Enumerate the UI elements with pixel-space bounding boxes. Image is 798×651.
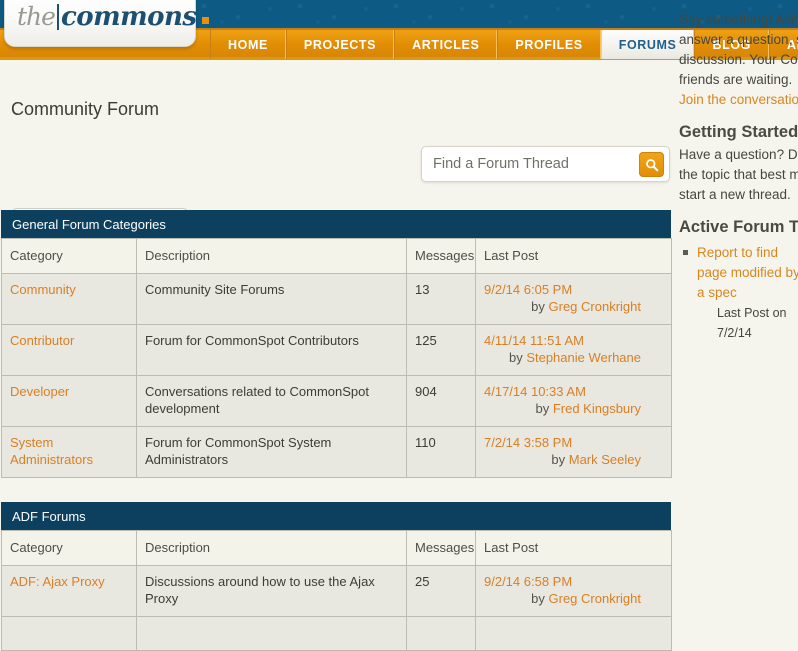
table-title: ADF Forums bbox=[1, 502, 671, 530]
cell-description: Community Site Forums bbox=[136, 273, 407, 325]
table-row: ADF: Ajax Proxy Discussions around how to… bbox=[1, 565, 672, 617]
cell-description: Forum for CommonSpot System Administrato… bbox=[136, 426, 407, 478]
column-header-last-post: Last Post bbox=[475, 530, 672, 566]
column-header-last-post: Last Post bbox=[475, 238, 672, 274]
byline-prefix: by bbox=[535, 401, 553, 416]
column-header-description: Description bbox=[136, 530, 407, 566]
cell-category: Community bbox=[1, 273, 137, 325]
logo-dot bbox=[201, 17, 209, 24]
thread-link[interactable]: Report to find page modified by a spec bbox=[697, 245, 798, 300]
cell-last-post: 7/2/14 3:58 PM by Mark Seeley bbox=[475, 426, 672, 478]
last-post-date[interactable]: 4/11/14 11:51 AM bbox=[484, 332, 663, 349]
right-sidebar: Say something! Ask answer a question, s … bbox=[679, 10, 798, 343]
last-post-date[interactable]: 7/2/14 3:58 PM bbox=[484, 434, 663, 451]
category-link[interactable]: Community bbox=[10, 282, 76, 297]
byline-prefix: by bbox=[508, 350, 527, 365]
byline-prefix: by bbox=[551, 452, 569, 467]
category-link[interactable]: Developer bbox=[10, 384, 69, 399]
column-header-messages: Messages bbox=[406, 238, 476, 274]
cell-description: Conversations related to CommonSpot deve… bbox=[136, 375, 407, 427]
active-forum-threads-heading: Active Forum Th bbox=[679, 218, 798, 236]
getting-started-heading: Getting Started bbox=[679, 123, 798, 141]
column-header-messages: Messages bbox=[406, 530, 476, 566]
last-post-author-link[interactable]: Fred Kingsbury bbox=[553, 401, 641, 416]
cell-category: Developer bbox=[1, 375, 137, 427]
adf-forums-table: ADF Forums Category Description Messages Las… bbox=[1, 502, 672, 651]
cell-category: Contributor bbox=[1, 324, 137, 376]
table-header-row: Category Description Messages Last Post bbox=[1, 530, 672, 566]
last-post-byline: by Greg Cronkright bbox=[484, 298, 663, 315]
cell-empty bbox=[475, 616, 672, 651]
forum-search-box bbox=[421, 146, 670, 182]
cell-messages: 125 bbox=[406, 324, 476, 376]
forum-table: Category Description Messages Last Post ADF:… bbox=[1, 530, 672, 651]
cell-category: System Administrators bbox=[1, 426, 137, 478]
nav-item-articles[interactable]: ARTICLES bbox=[394, 30, 498, 59]
last-post-date[interactable]: 9/2/14 6:58 PM bbox=[484, 573, 663, 590]
category-link[interactable]: ADF: Ajax Proxy bbox=[10, 574, 105, 589]
active-threads-list: Report to find page modified by a spec La… bbox=[679, 243, 798, 343]
cell-messages: 13 bbox=[406, 273, 476, 325]
general-forum-categories-table: General Forum Categories Category Descript… bbox=[1, 210, 672, 478]
cell-empty bbox=[136, 616, 407, 651]
logo-word-commons: commons bbox=[60, 2, 197, 32]
last-post-byline: by Fred Kingsbury bbox=[484, 400, 663, 417]
byline-prefix: by bbox=[531, 591, 549, 606]
cell-messages: 904 bbox=[406, 375, 476, 427]
nav-item-home[interactable]: HOME bbox=[210, 30, 286, 59]
category-link[interactable]: System Administrators bbox=[10, 435, 93, 467]
column-header-category: Category bbox=[1, 238, 137, 274]
cell-empty bbox=[1, 616, 137, 651]
thread-meta: Last Post on 7/2/14 bbox=[717, 306, 787, 340]
table-row: Community Community Site Forums 13 9/2/14 6… bbox=[1, 273, 672, 325]
last-post-author-link[interactable]: Greg Cronkright bbox=[549, 591, 641, 606]
last-post-author-link[interactable]: Stephanie Werhane bbox=[526, 350, 641, 365]
last-post-author-link[interactable]: Mark Seeley bbox=[569, 452, 641, 467]
table-row: Developer Conversations related to Common… bbox=[1, 375, 672, 427]
byline-prefix: by bbox=[531, 299, 549, 314]
cell-description: Forum for CommonSpot Contributors bbox=[136, 324, 407, 376]
sidebar-intro: Say something! Ask answer a question, s … bbox=[679, 10, 798, 110]
cell-category: ADF: Ajax Proxy bbox=[1, 565, 137, 617]
category-link[interactable]: Contributor bbox=[10, 333, 74, 348]
search-icon bbox=[645, 158, 658, 171]
bullet-icon bbox=[683, 250, 688, 255]
table-title: General Forum Categories bbox=[1, 210, 671, 238]
table-header-row: Category Description Messages Last Post bbox=[1, 238, 672, 274]
cell-last-post: 4/11/14 11:51 AM by Stephanie Werhane bbox=[475, 324, 672, 376]
table-row: System Administrators Forum for CommonSpo… bbox=[1, 426, 672, 478]
site-logo[interactable]: the commons bbox=[4, 0, 209, 47]
last-post-author-link[interactable]: Greg Cronkright bbox=[549, 299, 641, 314]
cell-messages: 110 bbox=[406, 426, 476, 478]
nav-item-projects[interactable]: PROJECTS bbox=[285, 30, 395, 59]
list-item: Report to find page modified by a spec La… bbox=[683, 243, 798, 343]
last-post-date[interactable]: 4/17/14 10:33 AM bbox=[484, 383, 663, 400]
last-post-byline: by Greg Cronkright bbox=[484, 590, 663, 607]
page-title: Community Forum bbox=[11, 99, 160, 120]
sidebar-intro-text: Say something! Ask answer a question, s … bbox=[679, 12, 798, 87]
search-button[interactable] bbox=[639, 152, 664, 177]
last-post-byline: by Stephanie Werhane bbox=[484, 349, 663, 366]
logo-word-the: the bbox=[17, 2, 56, 31]
search-input[interactable] bbox=[431, 147, 627, 181]
logo-text: the commons bbox=[17, 4, 209, 30]
cell-last-post: 4/17/14 10:33 AM by Fred Kingsbury bbox=[475, 375, 672, 427]
cell-last-post: 9/2/14 6:05 PM by Greg Cronkright bbox=[475, 273, 672, 325]
cell-messages: 25 bbox=[406, 565, 476, 617]
logo-divider-bar bbox=[56, 4, 59, 30]
cell-last-post: 9/2/14 6:58 PM by Greg Cronkright bbox=[475, 565, 672, 617]
last-post-date[interactable]: 9/2/14 6:05 PM bbox=[484, 281, 663, 298]
table-row bbox=[1, 616, 672, 651]
forum-table: Category Description Messages Last Post Comm… bbox=[1, 238, 672, 478]
last-post-byline: by Mark Seeley bbox=[484, 451, 663, 468]
nav-item-profiles[interactable]: PROFILES bbox=[497, 30, 601, 59]
column-header-category: Category bbox=[1, 530, 137, 566]
cell-description: Discussions around how to use the Ajax P… bbox=[136, 565, 407, 617]
cell-empty bbox=[406, 616, 476, 651]
column-header-description: Description bbox=[136, 238, 407, 274]
table-row: Contributor Forum for CommonSpot Contribu… bbox=[1, 324, 672, 376]
join-conversation-link[interactable]: Join the conversation » bbox=[679, 92, 798, 107]
getting-started-text: Have a question? Dr the topic that best … bbox=[679, 147, 798, 202]
